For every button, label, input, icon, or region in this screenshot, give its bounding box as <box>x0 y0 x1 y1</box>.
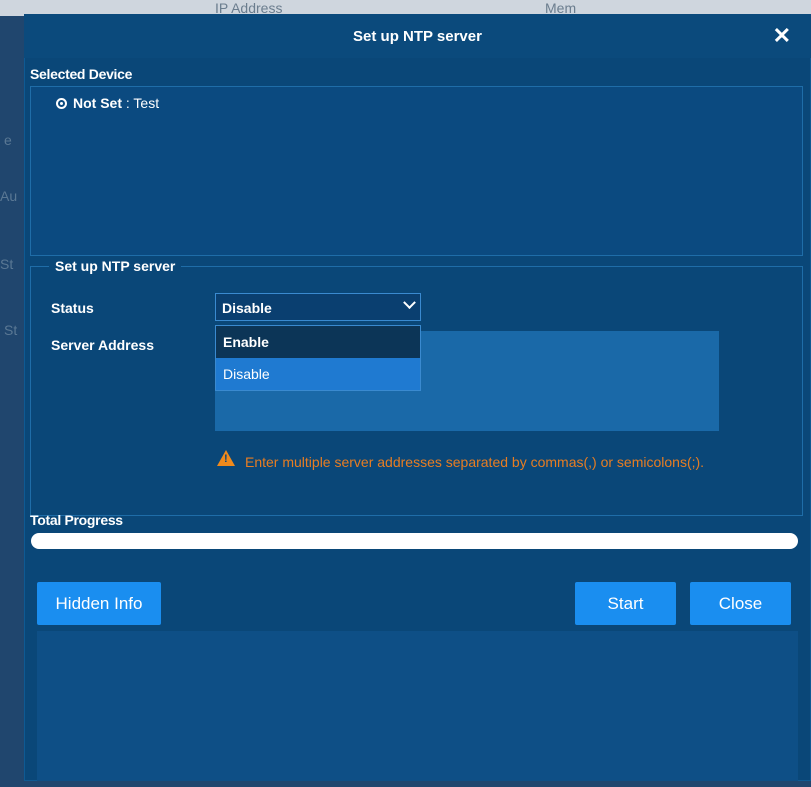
info-log-panel <box>37 631 798 781</box>
status-option-disable[interactable]: Disable <box>216 358 420 390</box>
hidden-info-button[interactable]: Hidden Info <box>37 582 161 625</box>
total-progress-bar <box>31 533 798 549</box>
background-fragment: e <box>4 132 12 148</box>
background-fragment: St <box>4 322 18 338</box>
device-list: Not Set : Test <box>30 86 803 256</box>
device-value: Test <box>133 95 160 111</box>
start-button[interactable]: Start <box>575 582 676 625</box>
total-progress-label: Total Progress <box>30 512 123 528</box>
status-option-enable[interactable]: Enable <box>216 326 420 358</box>
chevron-down-icon <box>403 296 416 310</box>
device-separator: : <box>122 95 134 111</box>
close-button[interactable]: Close <box>690 582 791 625</box>
close-icon[interactable]: ✕ <box>773 23 791 49</box>
dialog-titlebar[interactable]: Set up NTP server ✕ <box>24 14 811 58</box>
background-fragment: St <box>0 256 14 272</box>
status-label: Status <box>51 300 94 316</box>
server-address-label: Server Address <box>51 337 154 353</box>
device-item[interactable]: Not Set : Test <box>73 95 159 111</box>
selected-device-label: Selected Device <box>30 66 133 82</box>
device-name: Not Set <box>73 95 122 111</box>
status-dropdown-menu: Enable Disable <box>215 325 421 391</box>
ntp-setup-dialog: Set up NTP server ✕ Selected Device Not … <box>24 14 811 781</box>
status-select[interactable]: Disable <box>215 293 421 321</box>
ntp-fieldset-legend: Set up NTP server <box>49 258 182 274</box>
background-fragment: Au <box>0 188 18 204</box>
dialog-title: Set up NTP server <box>353 27 482 45</box>
status-select-value: Disable <box>222 300 272 316</box>
device-radio[interactable] <box>56 98 67 109</box>
warning-text: Enter multiple server addresses separate… <box>245 454 705 470</box>
